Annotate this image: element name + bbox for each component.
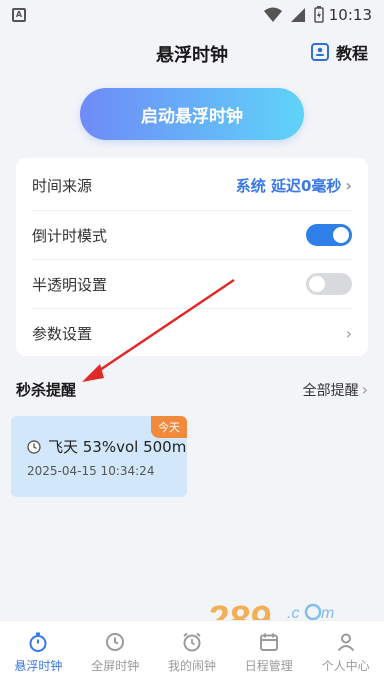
clock-icon bbox=[27, 439, 41, 454]
time-source-value: 系统 延迟0毫秒 bbox=[235, 177, 342, 195]
nav-label: 我的闹钟 bbox=[167, 659, 216, 673]
nav-item-floating-clock[interactable]: 悬浮时钟 bbox=[0, 621, 77, 684]
time-source-row[interactable]: 时间来源 系统 延迟0毫秒 › bbox=[32, 161, 352, 210]
translucent-row: 半透明设置 bbox=[32, 259, 352, 308]
countdown-mode-toggle[interactable] bbox=[306, 224, 352, 246]
today-badge: 今天 bbox=[151, 416, 187, 438]
nav-label: 全屏时钟 bbox=[91, 659, 140, 673]
params-row[interactable]: 参数设置 › bbox=[32, 308, 352, 357]
nav-label: 日程管理 bbox=[244, 659, 293, 673]
header: 悬浮时钟 教程 bbox=[0, 32, 384, 72]
tutorial-label: 教程 bbox=[335, 44, 368, 63]
nav-item-fullscreen-clock[interactable]: 全屏时钟 bbox=[77, 621, 154, 684]
reminder-datetime: 2025-04-15 10:34:24 bbox=[27, 464, 155, 478]
settings-card: 时间来源 系统 延迟0毫秒 › 倒计时模式 半透明设置 参数设置 › bbox=[16, 158, 368, 356]
chevron-right-icon: › bbox=[345, 323, 352, 343]
nav-item-my-alarms[interactable]: 我的闹钟 bbox=[154, 621, 231, 684]
tutorial-icon bbox=[310, 43, 329, 61]
clock-icon bbox=[106, 633, 125, 651]
all-reminders-label: 全部提醒 bbox=[302, 383, 359, 399]
countdown-mode-label: 倒计时模式 bbox=[32, 226, 108, 245]
notification-a-icon: A bbox=[12, 8, 26, 22]
chevron-right-icon: › bbox=[361, 380, 368, 399]
countdown-mode-row: 倒计时模式 bbox=[32, 210, 352, 259]
alarm-icon bbox=[183, 632, 201, 652]
translucent-label: 半透明设置 bbox=[32, 275, 108, 294]
user-icon bbox=[337, 633, 354, 652]
bottom-nav: 悬浮时钟 全屏时钟 我的闹钟 日程管理 个人中心 bbox=[0, 620, 384, 684]
nav-item-profile[interactable]: 个人中心 bbox=[307, 621, 384, 684]
status-bar: A 10:13 bbox=[0, 0, 384, 30]
nav-label: 悬浮时钟 bbox=[14, 659, 63, 673]
time-source-label: 时间来源 bbox=[32, 177, 93, 195]
nav-item-schedule[interactable]: 日程管理 bbox=[230, 621, 307, 684]
all-reminders-link[interactable]: 全部提醒 › bbox=[303, 380, 368, 400]
params-label: 参数设置 bbox=[32, 324, 93, 343]
calendar-icon bbox=[259, 633, 278, 651]
tutorial-button[interactable]: 教程 bbox=[310, 40, 368, 64]
stopwatch-icon bbox=[29, 632, 47, 652]
battery-icon bbox=[314, 6, 324, 23]
chevron-right-icon: › bbox=[345, 176, 352, 195]
status-time: 10:13 bbox=[328, 6, 372, 24]
status-icons bbox=[264, 6, 324, 23]
translucent-toggle[interactable] bbox=[306, 273, 352, 295]
reminder-name: 飞天 53%vol 500ml... bbox=[48, 438, 187, 456]
wifi-icon bbox=[264, 7, 282, 22]
start-floating-clock-button[interactable]: 启动悬浮时钟 bbox=[80, 88, 304, 140]
signal-icon bbox=[291, 7, 305, 22]
nav-label: 个人中心 bbox=[321, 659, 370, 673]
reminder-card[interactable]: 今天 飞天 53%vol 500ml... 2025-04-15 10:34:2… bbox=[11, 416, 187, 497]
section-title: 秒杀提醒 bbox=[16, 381, 77, 399]
